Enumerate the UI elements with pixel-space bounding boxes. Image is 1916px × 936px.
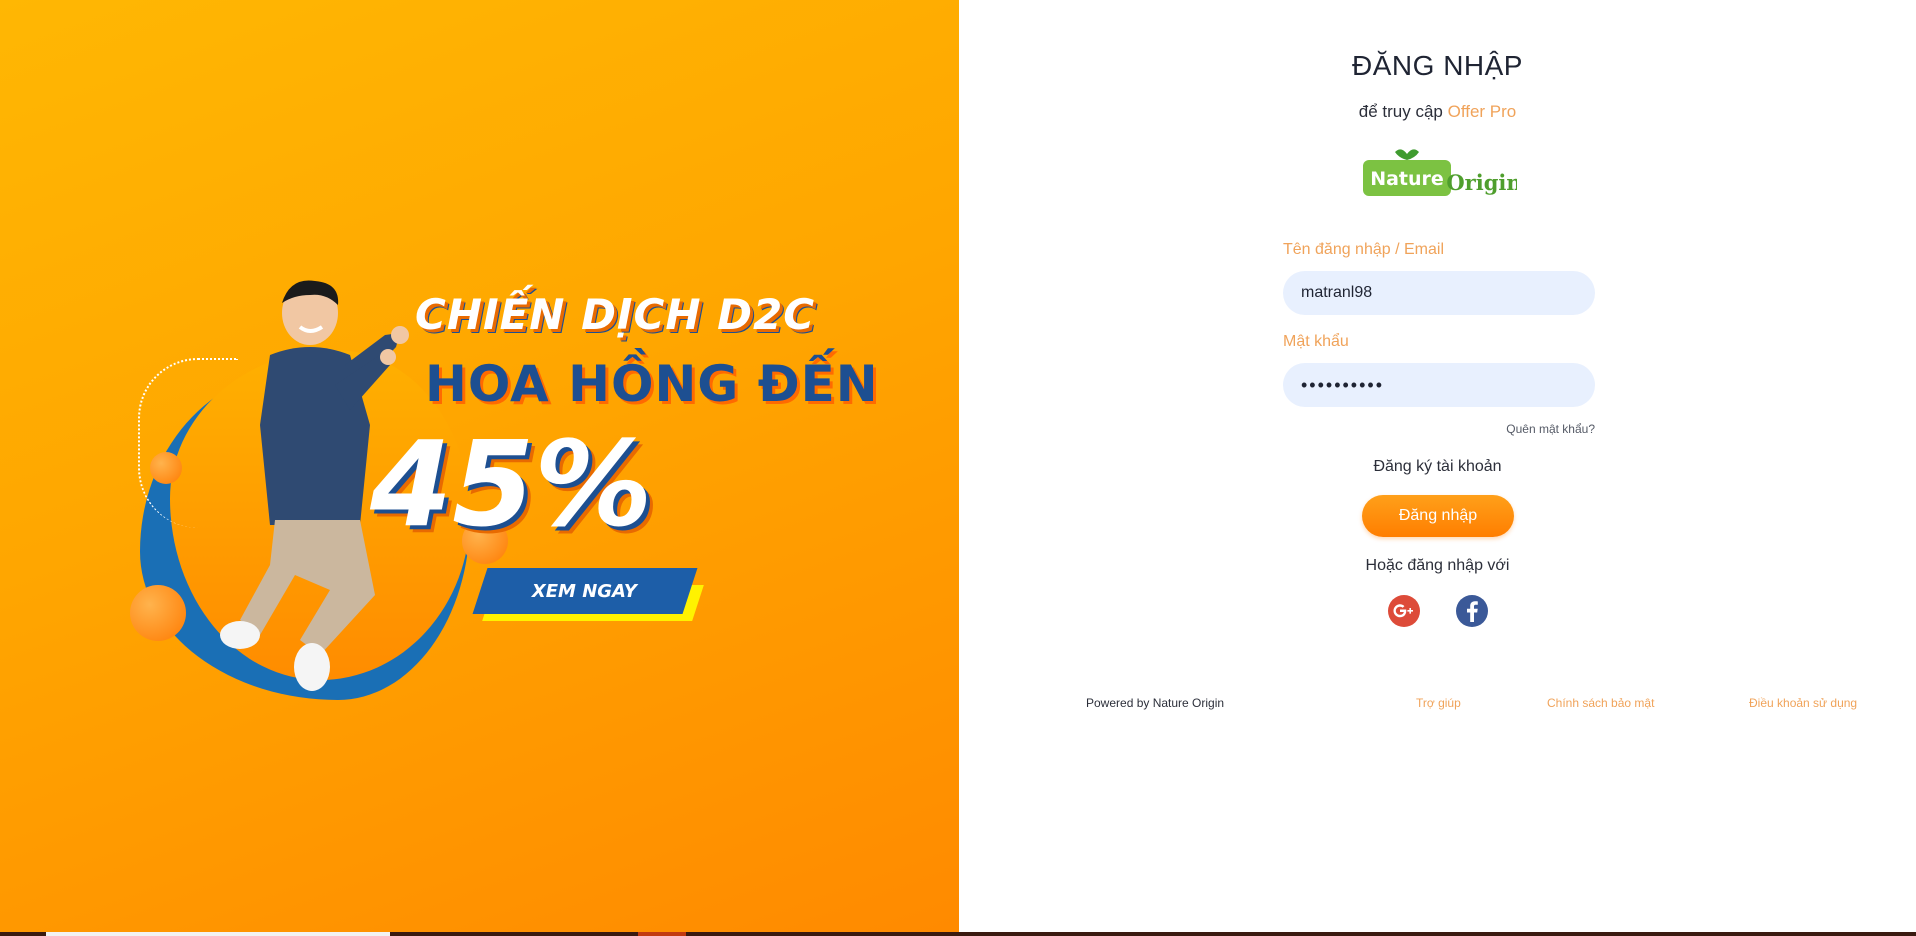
facebook-login-button[interactable] — [1456, 595, 1488, 627]
forgot-password-link[interactable]: Quên mật khẩu? — [1506, 422, 1595, 436]
promo-headline-campaign: CHIẾN DỊCH D2C — [415, 290, 816, 339]
decor-circle — [130, 585, 186, 641]
page-title: ĐĂNG NHẬP — [1352, 50, 1523, 81]
nature-origin-logo: Nature Origin — [1363, 149, 1517, 196]
login-page: CHIẾN DỊCH D2C HOA HỒNG ĐẾN 45% XEM NGAY… — [0, 0, 1916, 936]
google-login-button[interactable] — [1388, 595, 1420, 627]
password-value: •••••••••• — [1301, 374, 1385, 395]
login-button[interactable]: Đăng nhập — [1362, 495, 1514, 537]
login-panel: ĐĂNG NHẬP để truy cập Offer Pro Nature O… — [959, 0, 1916, 932]
facebook-icon — [1467, 601, 1478, 622]
svg-text:Nature: Nature — [1370, 168, 1444, 190]
promo-headline-commission: HOA HỒNG ĐẾN — [425, 355, 879, 413]
see-now-label: XEM NGAY — [532, 580, 638, 602]
privacy-policy-link[interactable]: Chính sách bảo mật — [1547, 696, 1654, 710]
subtitle-prefix: để truy cập — [1358, 102, 1443, 121]
password-input[interactable]: •••••••••• — [1283, 363, 1595, 407]
offer-pro-link[interactable]: Offer Pro — [1448, 102, 1517, 121]
register-link[interactable]: Đăng ký tài khoản — [959, 458, 1916, 476]
taskbar-strip — [0, 932, 1916, 936]
decor-circle — [150, 452, 182, 484]
terms-of-use-link[interactable]: Điều khoản sử dụng — [1749, 696, 1857, 710]
page-subtitle: để truy cập Offer Pro — [959, 102, 1916, 122]
taskbar-segment — [46, 932, 390, 936]
promo-percent: 45% — [370, 415, 653, 553]
taskbar-segment — [638, 932, 686, 936]
promo-banner: CHIẾN DỊCH D2C HOA HỒNG ĐẾN 45% XEM NGAY — [0, 0, 959, 932]
powered-by-text: Powered by Nature Origin — [1086, 696, 1225, 710]
svg-text:Origin: Origin — [1446, 170, 1517, 195]
password-label: Mật khẩu — [1283, 333, 1349, 350]
see-now-button[interactable]: XEM NGAY — [472, 568, 698, 614]
username-input[interactable]: matranl98 — [1283, 271, 1595, 315]
social-login-label: Hoặc đăng nhập với — [1365, 557, 1510, 574]
google-plus-icon — [1393, 604, 1413, 618]
username-label: Tên đăng nhập / Email — [1283, 241, 1444, 258]
username-value: matranl98 — [1301, 284, 1373, 301]
help-link[interactable]: Trợ giúp — [1416, 696, 1461, 710]
